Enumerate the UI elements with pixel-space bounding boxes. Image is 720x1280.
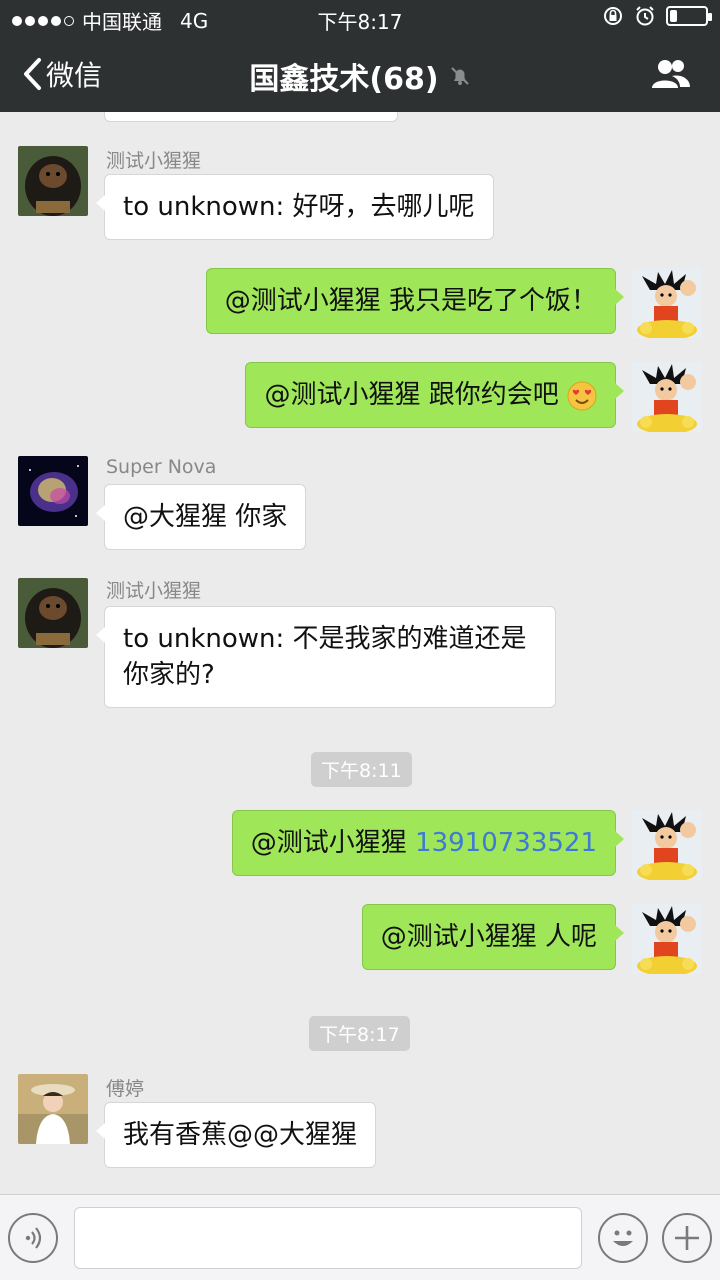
emoji-button[interactable]	[598, 1213, 648, 1263]
chat-title-text: 国鑫技术(68)	[249, 62, 439, 97]
message-text: @测试小猩猩	[250, 828, 416, 858]
message-bubble[interactable]: @测试小猩猩 我只是吃了个饭！	[205, 268, 625, 334]
message-text: to unknown: 好呀，去哪儿呢	[123, 192, 475, 222]
timestamp-divider: 下午8:11	[311, 752, 412, 787]
message-text: @测试小猩猩 我只是吃了个饭！	[224, 286, 597, 316]
voice-button[interactable]	[8, 1213, 58, 1263]
message-input[interactable]	[74, 1207, 582, 1269]
sender-name: 傅婷	[106, 1078, 145, 1100]
message-text-line: to unknown: 不是我家的难道还是	[123, 624, 527, 654]
message-bubble[interactable]: @测试小猩猩 13910733521	[231, 810, 625, 876]
message-bubble[interactable]: 我有香蕉@@大猩猩	[95, 1102, 377, 1168]
message-bubble[interactable]: to unknown: 好呀，去哪儿呢	[96, 174, 494, 240]
goku-avatar[interactable]	[632, 362, 702, 432]
input-bar	[0, 1194, 720, 1280]
status-right	[602, 5, 712, 27]
sender-name: Super Nova	[106, 456, 217, 478]
message-text: 我有香蕉@@大猩猩	[123, 1120, 358, 1150]
group-members-button[interactable]	[650, 56, 692, 94]
nebula-avatar[interactable]	[18, 456, 88, 526]
goku-avatar[interactable]	[632, 268, 702, 338]
gorilla-avatar[interactable]	[18, 146, 88, 216]
message-bubble[interactable]: to unknown: 不是我家的难道还是 你家的?	[96, 606, 556, 708]
message-bubble[interactable]: @大猩猩 你家	[95, 484, 307, 550]
gorilla-avatar[interactable]	[18, 578, 88, 648]
goku-avatar[interactable]	[632, 810, 702, 880]
battery-icon	[666, 6, 712, 26]
voice-icon	[25, 1227, 42, 1249]
chat-area[interactable]: 测试小猩猩 to unknown: 好呀，去哪儿呢 @测试小猩猩 我只是吃了个饭…	[0, 112, 720, 1194]
status-bar: 中国联通 4G 下午8:17	[0, 0, 720, 36]
previous-message-bubble	[104, 112, 398, 122]
message-text: @测试小猩猩 跟你约会吧	[264, 380, 559, 410]
message-bubble[interactable]: @测试小猩猩 人呢	[361, 904, 625, 970]
group-icon	[652, 60, 690, 88]
message-text: @测试小猩猩 人呢	[380, 922, 597, 952]
smiley-icon	[613, 1230, 633, 1246]
goku-avatar[interactable]	[632, 904, 702, 974]
message-bubble[interactable]: @测试小猩猩 跟你约会吧	[245, 362, 624, 428]
phone-number-link[interactable]: 13910733521	[415, 828, 597, 858]
alarm-icon	[636, 6, 654, 26]
sender-name: 测试小猩猩	[106, 150, 202, 172]
bell-slash-icon	[450, 67, 469, 85]
message-text-line: 你家的?	[123, 660, 215, 690]
woman-avatar[interactable]	[18, 1074, 88, 1144]
plus-icon	[675, 1226, 699, 1250]
nav-bar: 微信 国鑫技术(68)	[0, 36, 720, 112]
more-button[interactable]	[662, 1213, 712, 1263]
message-text: @大猩猩 你家	[123, 502, 288, 532]
rotation-lock-icon	[604, 7, 622, 25]
sender-name: 测试小猩猩	[106, 580, 202, 602]
chat-title: 国鑫技术(68)	[0, 54, 720, 98]
timestamp-divider: 下午8:17	[309, 1016, 410, 1051]
heart-eyes-emoji	[567, 381, 597, 410]
